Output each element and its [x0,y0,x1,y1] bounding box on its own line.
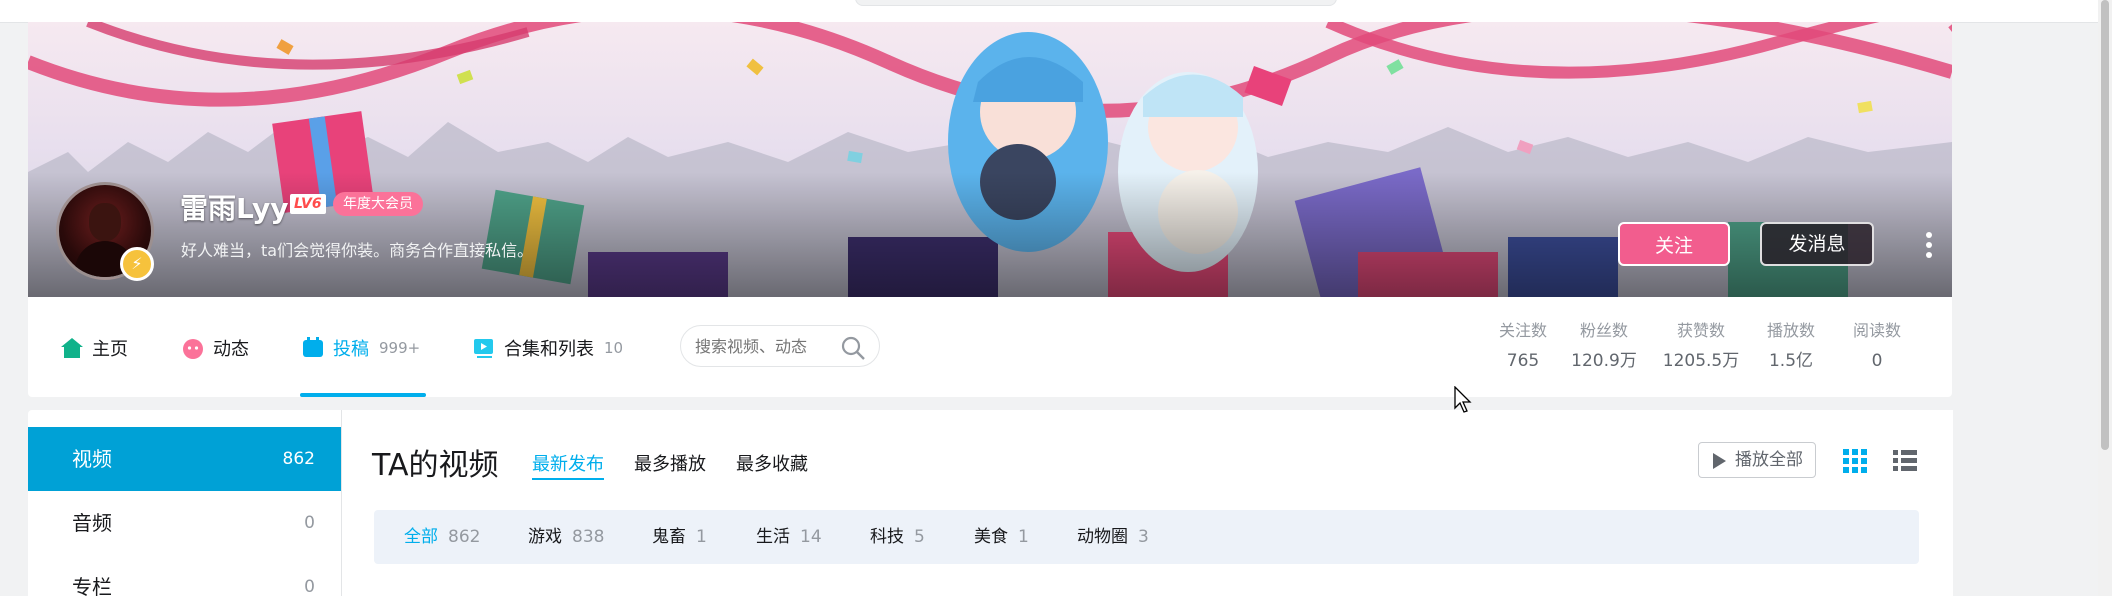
search-icon[interactable] [840,335,866,361]
active-tab-indicator [300,393,426,397]
profile-nav-bar: 主页 动态 投稿 999+ 合集和列表 10 关注数765 粉丝数120.9万 … [28,297,1952,397]
user-stats: 关注数 765 粉丝数 120.9万 获赞数 1205.5万 播放数 1.5亿 阅读数 0 [1490,319,1922,379]
filter-food[interactable]: 美食 1 [974,510,1029,564]
stat-reads: 阅读数 0 [1852,321,1901,371]
stat-following[interactable]: 关注数 765 [1490,319,1556,379]
user-name: 雷雨Lyy [180,192,289,225]
sort-tab-latest[interactable]: 最新发布 [532,450,604,476]
page-scrollbar[interactable] [2098,0,2112,596]
filter-game[interactable]: 游戏 838 [528,510,604,564]
more-menu-icon[interactable] [1924,232,1934,262]
vip-badge: 年度大会员 [333,192,423,216]
header-search-input[interactable] [855,0,1337,6]
category-filter-bar: 全部 862 游戏 838 鬼畜 1 生活 14 科技 5 美食 1 动物圈 3 [374,510,1919,564]
filter-kichiku[interactable]: 鬼畜 1 [652,510,707,564]
content-type-sidebar: 视频 862 音频 0 专栏 0 [28,410,341,596]
grid-view-icon[interactable] [1842,448,1868,474]
level-badge: LV6 [290,194,326,214]
send-message-button[interactable]: 发消息 [1760,222,1874,266]
tab-dynamic[interactable]: 动态 [181,334,249,362]
dynamic-icon [181,336,205,360]
stat-fans[interactable]: 粉丝数 120.9万 [1556,319,1652,379]
sidebar-item-video[interactable]: 视频 862 [28,427,341,491]
lightning-icon: ⚡ [120,247,154,281]
filter-all[interactable]: 全部 862 [404,510,480,564]
filter-life[interactable]: 生活 14 [756,510,822,564]
home-icon [60,336,84,360]
tab-home[interactable]: 主页 [60,334,128,362]
filter-animals[interactable]: 动物圈 3 [1077,510,1149,564]
page-title: TA的视频 [372,448,499,483]
follow-button[interactable]: 关注 [1618,222,1730,266]
top-header-bar [0,0,2112,23]
list-view-icon[interactable] [1892,448,1918,474]
profile-banner: ⚡ 雷雨Lyy LV6 年度大会员 好人难当，ta们会觉得你装。商务合作直接私信… [28,22,1952,297]
tab-uploads[interactable]: 投稿 999+ [301,334,420,362]
stat-likes: 获赞数 1205.5万 [1662,321,1740,371]
sort-tab-most-played[interactable]: 最多播放 [634,450,706,476]
upload-icon [301,336,325,360]
video-list-panel: TA的视频 最新发布 最多播放 最多收藏 播放全部 全部 862 游戏 838 鬼畜… [341,410,1953,596]
play-icon [1713,453,1726,469]
sort-tab-most-favorited[interactable]: 最多收藏 [736,450,808,476]
filter-tech[interactable]: 科技 5 [870,510,925,564]
play-all-button[interactable]: 播放全部 [1698,442,1816,478]
tab-collections[interactable]: 合集和列表 10 [472,334,623,362]
sidebar-item-article[interactable]: 专栏 0 [28,555,341,596]
sort-tab-indicator [532,478,604,480]
stat-plays: 播放数 1.5亿 [1766,321,1815,371]
user-bio: 好人难当，ta们会觉得你装。商务合作直接私信。 [181,241,534,260]
mouse-cursor-icon [1454,386,1472,413]
collection-icon [472,336,496,360]
scrollbar-thumb[interactable] [2101,0,2109,450]
sidebar-item-audio[interactable]: 音频 0 [28,491,341,555]
